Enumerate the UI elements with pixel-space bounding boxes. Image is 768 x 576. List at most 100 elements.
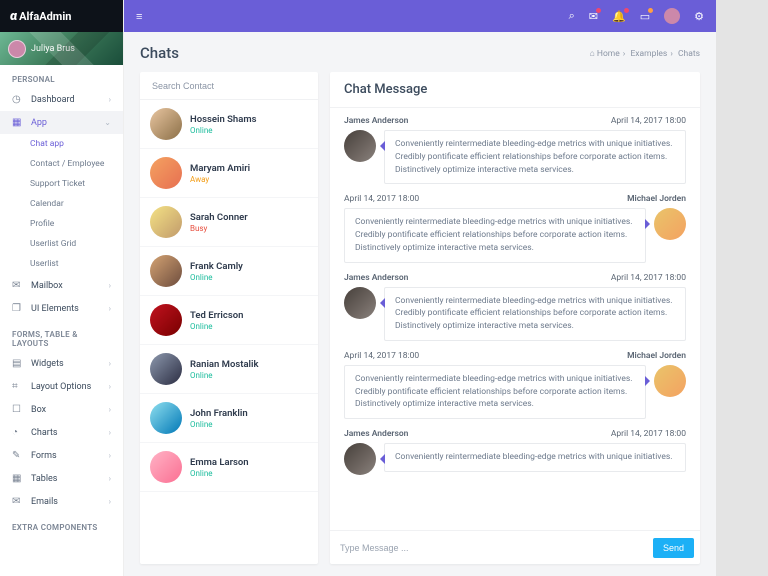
contact-name: Ted Erricson (190, 310, 243, 321)
contact-item[interactable]: Ted ErricsonOnline (140, 296, 318, 345)
nav-mailbox[interactable]: ✉Mailbox› (0, 274, 123, 297)
contact-status: Online (190, 469, 249, 478)
message-meta: James AndersonApril 14, 2017 18:00 (344, 429, 686, 439)
chat-header: Chat Message (330, 72, 700, 108)
nav-widgets[interactable]: ▤Widgets› (0, 352, 123, 375)
nav-layout[interactable]: ⌗Layout Options› (0, 375, 123, 398)
nav-app-chat[interactable]: Chat app (0, 134, 123, 154)
nav-charts[interactable]: ◔Charts› (0, 421, 123, 444)
contact-status: Online (190, 273, 243, 282)
mail-icon: ✉ (12, 280, 24, 291)
chat-body[interactable]: James AndersonApril 14, 2017 18:00Conven… (330, 108, 700, 530)
chevron-right-icon: › (109, 281, 111, 290)
chevron-right-icon: › (109, 405, 111, 414)
contact-list[interactable]: Hossein ShamsOnlineMaryam AmiriAwaySarah… (140, 100, 318, 564)
nav-app[interactable]: ▦App⌄ (0, 111, 123, 134)
nav-box[interactable]: ☐Box› (0, 398, 123, 421)
nav-app-userlist[interactable]: Userlist (0, 254, 123, 274)
form-icon: ✎ (12, 450, 24, 461)
chevron-right-icon: › (109, 497, 111, 506)
contact-name: Hossein Shams (190, 114, 256, 125)
message-sender: James Anderson (344, 429, 408, 439)
layout-icon: ⌗ (12, 381, 24, 392)
message-row: Conveniently reintermediate bleeding-edg… (344, 443, 686, 475)
menu-toggle-icon[interactable]: ≡ (136, 10, 142, 23)
nav-section-personal: PERSONAL (0, 65, 123, 88)
message-row: Conveniently reintermediate bleeding-edg… (344, 365, 686, 419)
contact-name: Maryam Amiri (190, 163, 250, 174)
message-row: Conveniently reintermediate bleeding-edg… (344, 130, 686, 184)
chevron-right-icon: › (109, 451, 111, 460)
avatar (150, 402, 182, 434)
contact-item[interactable]: Frank CamlyOnline (140, 247, 318, 296)
nav-ui[interactable]: ❐UI Elements› (0, 297, 123, 320)
user-band[interactable]: Juliya Brus (0, 32, 123, 65)
envelope-icon: ✉ (12, 496, 24, 507)
avatar[interactable] (664, 8, 680, 24)
avatar (150, 353, 182, 385)
nav-app-contact[interactable]: Contact / Employee (0, 154, 123, 174)
crumb-home[interactable]: Home (597, 49, 620, 59)
avatar (150, 108, 182, 140)
contact-item[interactable]: Hossein ShamsOnline (140, 100, 318, 149)
contact-item[interactable]: Sarah ConnerBusy (140, 198, 318, 247)
contact-item[interactable]: Emma LarsonOnline (140, 443, 318, 492)
message-bubble: Conveniently reintermediate bleeding-edg… (384, 287, 686, 341)
contact-status: Busy (190, 224, 248, 233)
contact-item[interactable]: Ranian MostalikOnline (140, 345, 318, 394)
message-icon[interactable]: ▭ (640, 10, 650, 23)
avatar (344, 443, 376, 475)
nav-section-extra: EXTRA COMPONENTS (0, 513, 123, 536)
avatar (344, 287, 376, 319)
contact-name: Sarah Conner (190, 212, 248, 223)
bell-icon[interactable]: 🔔 (612, 10, 626, 23)
search-icon[interactable]: ⌕ (569, 9, 575, 23)
brand-name: AlfaAdmin (19, 10, 71, 23)
gear-icon[interactable]: ⚙ (694, 10, 704, 23)
mail-icon[interactable]: ✉ (589, 10, 598, 23)
message-sender: James Anderson (344, 273, 408, 283)
avatar (654, 208, 686, 240)
contact-status: Online (190, 371, 259, 380)
gauge-icon: ◷ (12, 94, 24, 105)
brand-logo[interactable]: α AlfaAdmin (0, 0, 123, 32)
nav-tables[interactable]: ▦Tables› (0, 467, 123, 490)
nav-app-ticket[interactable]: Support Ticket (0, 174, 123, 194)
message-row: Conveniently reintermediate bleeding-edg… (344, 208, 686, 262)
message-sender: Michael Jorden (627, 194, 686, 204)
nav-app-calendar[interactable]: Calendar (0, 194, 123, 214)
compose-bar: Send (330, 530, 700, 564)
search-input[interactable] (140, 81, 318, 91)
page-header: Chats ⌂ Home› Examples› Chats (124, 32, 716, 72)
chevron-right-icon: › (109, 428, 111, 437)
message-time: April 14, 2017 18:00 (611, 116, 686, 126)
main: ≡ ⌕ ✉ 🔔 ▭ ⚙ Chats ⌂ Home› Examples› Chat… (124, 0, 716, 576)
breadcrumb: ⌂ Home› Examples› Chats (590, 48, 700, 59)
avatar (150, 157, 182, 189)
contact-status: Online (190, 420, 248, 429)
search-contact (140, 72, 318, 100)
avatar (150, 304, 182, 336)
contact-item[interactable]: John FranklinOnline (140, 394, 318, 443)
message-bubble: Conveniently reintermediate bleeding-edg… (384, 130, 686, 184)
nav-forms[interactable]: ✎Forms› (0, 444, 123, 467)
contacts-panel: Hossein ShamsOnlineMaryam AmiriAwaySarah… (140, 72, 318, 564)
nav-dashboard[interactable]: ◷Dashboard› (0, 88, 123, 111)
message-input[interactable] (340, 543, 653, 553)
nav-app-userlist-grid[interactable]: Userlist Grid (0, 234, 123, 254)
message-bubble: Conveniently reintermediate bleeding-edg… (344, 208, 646, 262)
page-title: Chats (140, 44, 179, 62)
chevron-right-icon: › (109, 304, 111, 313)
box-icon: ☐ (12, 404, 24, 415)
send-button[interactable]: Send (653, 538, 694, 558)
nav-app-profile[interactable]: Profile (0, 214, 123, 234)
crumb-mid[interactable]: Examples (630, 49, 667, 59)
message-sender: Michael Jorden (627, 351, 686, 361)
message-bubble: Conveniently reintermediate bleeding-edg… (344, 365, 646, 419)
contact-status: Online (190, 322, 243, 331)
contact-name: Ranian Mostalik (190, 359, 259, 370)
nav-emails[interactable]: ✉Emails› (0, 490, 123, 513)
avatar (344, 130, 376, 162)
contact-item[interactable]: Maryam AmiriAway (140, 149, 318, 198)
avatar (8, 40, 26, 58)
